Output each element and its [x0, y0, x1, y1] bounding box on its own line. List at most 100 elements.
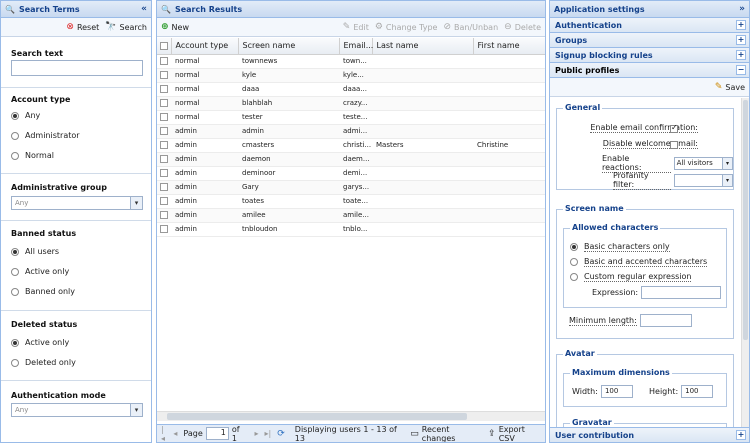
next-page-icon[interactable]: ▸ [255, 429, 259, 438]
row-checkbox[interactable] [160, 155, 168, 163]
deleted-active-only-radio[interactable]: Active only [11, 338, 69, 347]
expand-icon[interactable]: + [736, 50, 746, 60]
enable-email-checkbox[interactable] [670, 123, 678, 133]
row-checkbox[interactable] [160, 169, 168, 177]
row-checkbox[interactable] [160, 85, 168, 93]
col-account-type[interactable]: Account type [171, 38, 239, 55]
banned-all-users-radio[interactable]: All users [11, 247, 59, 256]
reset-button[interactable]: ⊗ Reset [66, 22, 99, 32]
row-checkbox[interactable] [160, 197, 168, 205]
basic-chars-radio[interactable]: Basic characters only [570, 242, 670, 252]
refresh-icon[interactable]: ⟳ [277, 429, 285, 439]
settings-vertical-scrollbar[interactable] [741, 98, 749, 428]
height-input[interactable]: 100 [681, 385, 714, 398]
row-select-cell[interactable] [157, 110, 171, 125]
chevron-down-icon[interactable]: ▾ [722, 158, 732, 169]
chevron-down-icon[interactable]: ▾ [722, 175, 732, 186]
banned-active-only-radio[interactable]: Active only [11, 267, 69, 276]
last-page-icon[interactable]: ▸| [265, 429, 272, 438]
select-all-checkbox[interactable] [160, 41, 168, 50]
row-select-cell[interactable] [157, 138, 171, 153]
scroll-thumb[interactable] [743, 100, 748, 340]
collapse-icon[interactable]: − [736, 65, 746, 75]
row-checkbox[interactable] [160, 225, 168, 233]
account-type-administrator-radio[interactable]: Administrator [11, 131, 80, 140]
row-checkbox[interactable] [160, 127, 168, 135]
row-select-cell[interactable] [157, 208, 171, 223]
new-button[interactable]: ⊕ New [161, 22, 189, 32]
row-select-cell[interactable] [157, 180, 171, 195]
section-authentication[interactable]: Authentication + [550, 18, 749, 33]
table-row[interactable]: normal daaa daaa... [157, 82, 545, 97]
row-select-cell[interactable] [157, 124, 171, 139]
page-input[interactable]: 1 [205, 427, 229, 440]
section-public-profiles[interactable]: Public profiles − [550, 63, 749, 78]
row-select-cell[interactable] [157, 152, 171, 167]
col-first-name[interactable]: First name [473, 38, 545, 55]
recent-changes-button[interactable]: ▭ Recent changes [410, 425, 482, 443]
row-checkbox[interactable] [160, 141, 168, 149]
admin-group-combo[interactable]: Any ▾ [11, 196, 143, 210]
table-row[interactable]: admin deminoor demi... [157, 166, 545, 181]
section-groups[interactable]: Groups + [550, 33, 749, 48]
profanity-select[interactable]: ▾ [674, 174, 733, 187]
min-length-input[interactable] [639, 314, 692, 327]
deleted-deleted-only-radio[interactable]: Deleted only [11, 358, 76, 367]
auth-mode-combo[interactable]: Any ▾ [11, 403, 143, 417]
edit-button[interactable]: ✎ Edit [343, 22, 369, 32]
row-select-cell[interactable] [157, 96, 171, 111]
col-email[interactable]: Email... [339, 38, 373, 55]
ban-unban-button[interactable]: ⊘ Ban/Unban [443, 22, 498, 32]
table-row[interactable]: normal townnews town... [157, 54, 545, 69]
delete-button[interactable]: ⊖ Delete [504, 22, 541, 32]
row-select-cell[interactable] [157, 194, 171, 209]
row-checkbox[interactable] [160, 57, 168, 65]
section-signup-blocking-rules[interactable]: Signup blocking rules + [550, 48, 749, 63]
select-all-header[interactable] [157, 38, 172, 55]
collapse-right-icon[interactable]: » [739, 4, 745, 14]
width-input[interactable]: 100 [600, 385, 633, 398]
accented-chars-radio[interactable]: Basic and accented characters [570, 257, 708, 267]
table-row[interactable]: admin Gary garys... [157, 180, 545, 195]
row-select-cell[interactable] [157, 166, 171, 181]
banned-banned-only-radio[interactable]: Banned only [11, 287, 75, 296]
table-row[interactable]: admin daemon daem... [157, 152, 545, 167]
table-row[interactable]: admin amilee amile... [157, 208, 545, 223]
horizontal-scrollbar[interactable] [157, 411, 545, 421]
chevron-down-icon[interactable]: ▾ [130, 197, 142, 209]
search-button[interactable]: 🔭 Search [105, 22, 147, 32]
expand-icon[interactable]: + [736, 20, 746, 30]
table-row[interactable]: admin toates toate... [157, 194, 545, 209]
row-checkbox[interactable] [160, 113, 168, 121]
collapse-left-icon[interactable]: « [141, 4, 147, 14]
export-csv-button[interactable]: ⇪ Export CSV [488, 425, 541, 443]
first-page-icon[interactable]: |◂ [161, 425, 167, 443]
row-checkbox[interactable] [160, 183, 168, 191]
prev-page-icon[interactable]: ◂ [173, 429, 177, 438]
disable-welcome-checkbox[interactable] [670, 141, 678, 149]
expression-input[interactable] [641, 286, 722, 299]
table-row[interactable]: admin admin admi... [157, 124, 545, 139]
table-row[interactable]: normal blahblah crazy... [157, 96, 545, 111]
section-user-contribution[interactable]: User contribution + [550, 427, 749, 442]
row-checkbox[interactable] [160, 211, 168, 219]
reactions-select[interactable]: All visitors ▾ [673, 157, 733, 170]
change-type-button[interactable]: ⚙ Change Type [375, 22, 438, 32]
account-type-normal-radio[interactable]: Normal [11, 151, 54, 160]
search-text-input[interactable] [11, 60, 143, 76]
row-checkbox[interactable] [160, 71, 168, 79]
col-screen-name[interactable]: Screen name [238, 38, 340, 55]
scroll-thumb[interactable] [167, 413, 467, 420]
row-checkbox[interactable] [160, 99, 168, 107]
account-type-any-radio[interactable]: Any [11, 111, 40, 120]
save-button[interactable]: ✎ Save [715, 82, 745, 92]
expand-icon[interactable]: + [736, 430, 746, 440]
row-select-cell[interactable] [157, 68, 171, 83]
table-row[interactable]: normal tester teste... [157, 110, 545, 125]
expand-icon[interactable]: + [736, 35, 746, 45]
custom-regex-radio[interactable]: Custom regular expression [570, 272, 692, 282]
row-select-cell[interactable] [157, 222, 171, 237]
table-row[interactable]: normal kyle kyle... [157, 68, 545, 83]
row-select-cell[interactable] [157, 54, 171, 69]
row-select-cell[interactable] [157, 82, 171, 97]
